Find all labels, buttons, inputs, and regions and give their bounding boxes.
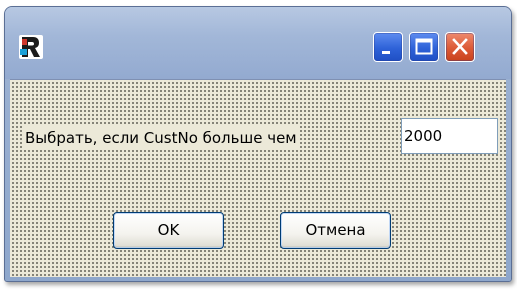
dialog-window: Выбрать, если CustNo больше чем OK Отмен… — [4, 6, 512, 282]
fastreport-logo-icon — [19, 35, 43, 59]
filter-label: Выбрать, если CustNo больше чем — [24, 126, 298, 150]
desktop: Выбрать, если CustNo больше чем OK Отмен… — [0, 0, 517, 290]
close-icon — [452, 38, 468, 55]
custno-value-input[interactable] — [401, 118, 498, 154]
title-bar[interactable] — [5, 7, 511, 79]
maximize-icon — [415, 38, 433, 55]
cancel-button[interactable]: Отмена — [280, 212, 391, 249]
close-button[interactable] — [445, 32, 475, 62]
ok-button[interactable]: OK — [113, 212, 224, 249]
maximize-button[interactable] — [409, 32, 439, 62]
minimize-button[interactable] — [373, 32, 403, 62]
minimize-icon — [382, 51, 390, 54]
dialog-body: Выбрать, если CustNo больше чем OK Отмен… — [10, 79, 506, 277]
